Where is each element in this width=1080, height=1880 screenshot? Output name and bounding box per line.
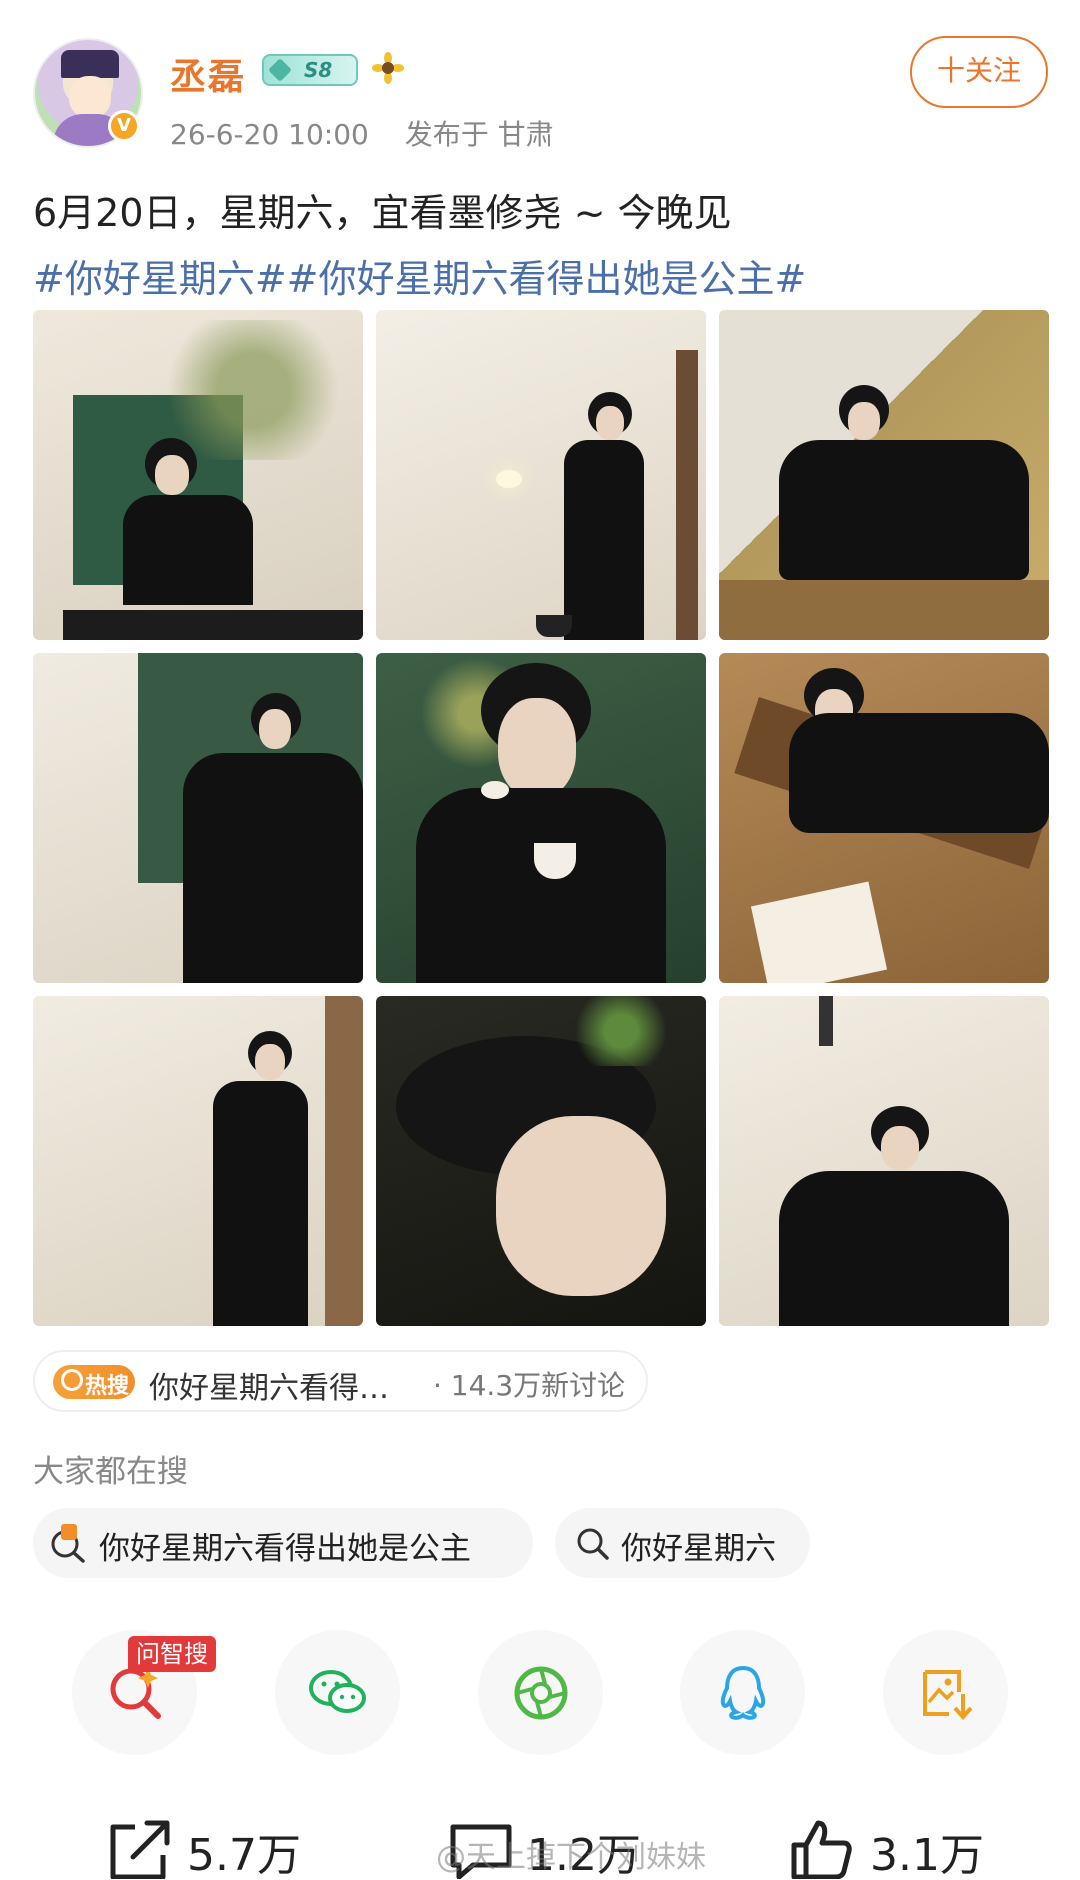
- thumbs-up-icon: [791, 1820, 852, 1879]
- search-icon: [61, 1369, 83, 1391]
- hot-search-topic: 你好星期六看得…: [149, 1371, 389, 1406]
- hot-search-badge-label: 热搜: [85, 1374, 130, 1399]
- qq-share-button[interactable]: [680, 1630, 805, 1755]
- photo-8[interactable]: [376, 996, 706, 1326]
- post-hashtags[interactable]: #你好星期六##你好星期六看得出她是公主#: [33, 248, 806, 303]
- share-count: 5.7万: [187, 1830, 301, 1880]
- wenzhisou-tag: 问智搜: [128, 1636, 216, 1672]
- everyone-searching-heading: 大家都在搜: [33, 1454, 188, 1490]
- photo-grid: [33, 310, 1049, 1326]
- wechat-icon: [309, 1670, 366, 1713]
- post-time: 26-6-20 10:00: [170, 118, 369, 151]
- post-location: 发布于 甘肃: [404, 118, 554, 151]
- search-suggestion-2-label: 你好星期六: [621, 1531, 776, 1567]
- photo-1[interactable]: [33, 310, 363, 640]
- photo-4[interactable]: [33, 653, 363, 983]
- verified-badge-icon: V: [108, 110, 140, 142]
- photo-3[interactable]: [719, 310, 1049, 640]
- hot-search-badge: 热搜: [53, 1365, 135, 1399]
- share-action[interactable]: 5.7万: [105, 1815, 305, 1880]
- photo-9[interactable]: [719, 996, 1049, 1326]
- moments-share-button[interactable]: [478, 1630, 603, 1755]
- moments-icon: [514, 1666, 568, 1720]
- hot-search-chip[interactable]: 热搜 你好星期六看得… · 14.3万新讨论: [33, 1350, 648, 1412]
- like-count: 3.1万: [870, 1830, 984, 1880]
- post-header: V 丞磊 S8 26-6-20 10:00 发布于 甘肃 十关注: [0, 0, 1080, 170]
- post-meta: 26-6-20 10:00 发布于 甘肃: [170, 113, 554, 153]
- search-suggestion-2[interactable]: 你好星期六: [555, 1508, 810, 1578]
- sunflower-icon: [372, 52, 404, 84]
- level-badge: S8: [262, 54, 358, 86]
- level-gem-icon: [268, 58, 292, 82]
- photo-7[interactable]: [33, 996, 363, 1326]
- follow-button[interactable]: 十关注: [910, 36, 1048, 108]
- wechat-share-button[interactable]: [275, 1630, 400, 1755]
- level-label: S8: [304, 58, 333, 82]
- avatar-hat: [61, 50, 119, 78]
- search-suggestion-1-label: 你好星期六看得出她是公主: [99, 1531, 471, 1567]
- photo-6[interactable]: [719, 653, 1049, 983]
- avatar-face: [69, 76, 111, 118]
- hot-search-count: · 14.3万新讨论: [433, 1369, 626, 1402]
- share-arrow-icon: [110, 1820, 170, 1879]
- hot-search-icon: [51, 1524, 85, 1563]
- like-action[interactable]: 3.1万: [788, 1815, 988, 1880]
- watermark: @天上掉下个刘妹妹: [436, 1840, 706, 1875]
- photo-5[interactable]: [376, 653, 706, 983]
- save-image-button[interactable]: [883, 1630, 1008, 1755]
- post-text: 6月20日，星期六，宜看墨修尧 ~ 今晚见: [33, 191, 732, 235]
- username[interactable]: 丞磊: [170, 48, 246, 100]
- save-image-icon: [923, 1670, 973, 1721]
- qq-icon: [720, 1665, 766, 1720]
- photo-2[interactable]: [376, 310, 706, 640]
- search-suggestion-1[interactable]: 你好星期六看得出她是公主: [33, 1508, 533, 1578]
- search-icon: [577, 1528, 609, 1560]
